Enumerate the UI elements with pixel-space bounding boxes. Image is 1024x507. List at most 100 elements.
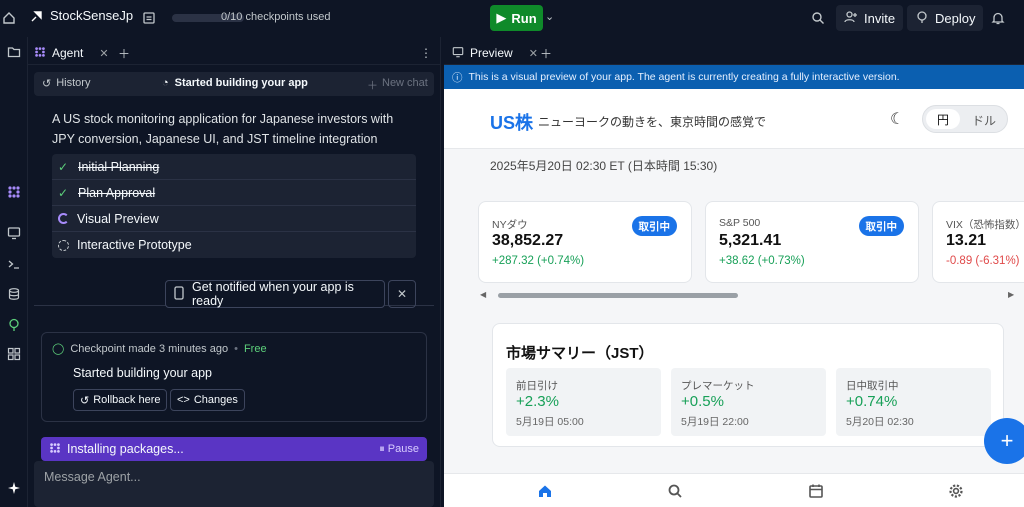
history-label: History bbox=[56, 77, 91, 89]
file-icon[interactable] bbox=[140, 9, 158, 27]
top-bar: StockSenseJp 0/10 checkpoints used ▶ Run… bbox=[0, 0, 1024, 37]
scroll-thumb[interactable] bbox=[498, 293, 738, 298]
deploy-icon bbox=[915, 10, 929, 27]
home-icon[interactable] bbox=[0, 9, 18, 27]
index-name: S&P 500 bbox=[719, 217, 761, 229]
moon-icon[interactable]: ☾ bbox=[890, 109, 904, 129]
index-card-vix[interactable]: VIX（恐怖指数） 13.21 -0.89 (-6.31%) bbox=[932, 201, 1024, 283]
close-icon[interactable]: ✕ bbox=[99, 47, 108, 60]
check-circle-icon: ◯ bbox=[52, 343, 65, 355]
new-tab-icon[interactable]: ＋ bbox=[534, 41, 558, 65]
plus-icon: ＋ bbox=[367, 80, 378, 92]
step-label: Initial Planning bbox=[78, 159, 160, 174]
agent-tab-row: Agent ✕ ＋ ⋮ bbox=[28, 37, 440, 65]
checkpoint-meta-text: Checkpoint made 3 minutes ago bbox=[70, 342, 229, 355]
run-label: Run bbox=[511, 10, 537, 26]
plus-icon: + bbox=[1000, 428, 1014, 453]
files-icon[interactable] bbox=[0, 42, 28, 62]
history-button[interactable]: ↺ History bbox=[42, 77, 90, 90]
step-initial-planning: ✓ Initial Planning bbox=[52, 154, 416, 180]
sparkle-icon[interactable] bbox=[0, 478, 28, 498]
add-fab-button[interactable]: + bbox=[984, 418, 1024, 464]
more-options-icon[interactable]: ⋮ bbox=[414, 41, 438, 65]
database-icon[interactable] bbox=[0, 284, 28, 304]
summary-time: 5月19日 22:00 bbox=[681, 416, 749, 428]
summary-value: +0.74% bbox=[846, 393, 898, 410]
tree-icon[interactable] bbox=[0, 315, 28, 335]
rollback-icon: ↺ bbox=[80, 394, 90, 407]
chevron-down-icon[interactable]: ⌄ bbox=[545, 10, 554, 23]
new-chat-button[interactable]: ＋ New chat bbox=[367, 77, 428, 93]
preview-info-banner: ⓘ This is a visual preview of your app. … bbox=[444, 65, 1024, 89]
summary-item: 日中取引中 +0.74% 5月20日 02:30 bbox=[836, 368, 991, 436]
deploy-button[interactable]: Deploy bbox=[907, 5, 984, 31]
run-button[interactable]: ▶ Run bbox=[490, 5, 543, 31]
dismiss-notify-button[interactable]: ✕ bbox=[388, 280, 416, 308]
phone-icon bbox=[174, 285, 184, 303]
nav-search-icon[interactable] bbox=[665, 482, 685, 500]
search-icon[interactable] bbox=[809, 9, 827, 27]
step-interactive-prototype: Interactive Prototype bbox=[52, 232, 416, 258]
agent-status-icon bbox=[49, 442, 61, 457]
checkpoint-title: Started building your app bbox=[73, 366, 212, 380]
changes-label: Changes bbox=[193, 394, 238, 406]
installing-label: Installing packages... bbox=[67, 442, 184, 456]
terminal-icon[interactable] bbox=[0, 254, 28, 274]
index-value: 13.21 bbox=[946, 232, 987, 249]
step-plan-approval: ✓ Plan Approval bbox=[52, 180, 416, 206]
notify-button[interactable]: Get notified when your app is ready bbox=[165, 280, 385, 308]
add-user-icon bbox=[844, 10, 858, 27]
check-icon: ✓ bbox=[58, 159, 69, 174]
currency-toggle[interactable]: 円 ドル bbox=[922, 105, 1008, 133]
agent-rail-icon[interactable] bbox=[0, 182, 28, 202]
history-icon: ↺ bbox=[42, 78, 52, 90]
free-badge: Free bbox=[243, 342, 267, 355]
step-visual-preview: Visual Preview bbox=[52, 206, 416, 232]
index-change: -0.89 (-6.31%) bbox=[946, 255, 1020, 267]
chat-body: A US stock monitoring application for Ja… bbox=[34, 97, 434, 295]
deploy-label: Deploy bbox=[935, 10, 976, 26]
nav-home-icon[interactable] bbox=[535, 482, 555, 500]
left-rail bbox=[0, 37, 28, 507]
index-name: VIX（恐怖指数） bbox=[946, 219, 1024, 231]
rollback-button[interactable]: ↺ Rollback here bbox=[73, 389, 168, 411]
step-label: Interactive Prototype bbox=[77, 238, 192, 252]
scroll-right-icon[interactable]: ▶ bbox=[1008, 290, 1014, 299]
notify-label: Get notified when your app is ready bbox=[192, 280, 354, 308]
invite-button[interactable]: Invite bbox=[836, 5, 904, 31]
info-icon: ⓘ bbox=[452, 71, 463, 84]
tab-agent[interactable]: Agent ✕ bbox=[28, 41, 115, 65]
installing-status-bar: Installing packages... ⏸ Pause bbox=[41, 437, 427, 461]
play-icon: ▶ bbox=[496, 10, 507, 25]
pause-button[interactable]: ⏸ Pause bbox=[379, 443, 419, 456]
banner-text: This is a visual preview of your app. Th… bbox=[468, 71, 900, 83]
monitor-icon bbox=[452, 46, 464, 61]
nav-calendar-icon[interactable] bbox=[806, 482, 826, 500]
scroll-left-icon[interactable]: ◀ bbox=[480, 290, 486, 299]
horizontal-scrollbar[interactable]: ◀ ▶ bbox=[480, 290, 1014, 300]
pending-circle-icon bbox=[58, 239, 69, 251]
apps-grid-icon[interactable] bbox=[0, 344, 28, 364]
new-tab-icon[interactable]: ＋ bbox=[112, 41, 136, 65]
tab-preview[interactable]: Preview ✕ bbox=[446, 41, 544, 65]
summary-time: 5月19日 05:00 bbox=[516, 416, 584, 428]
summary-title: 市場サマリー（JST） bbox=[506, 345, 654, 362]
bell-icon[interactable] bbox=[989, 9, 1007, 27]
status-title-label: Started building your app bbox=[174, 77, 308, 89]
summary-item: 前日引け +2.3% 5月19日 05:00 bbox=[506, 368, 661, 436]
summary-label: 日中取引中 bbox=[846, 380, 899, 392]
project-switcher[interactable]: StockSenseJp bbox=[30, 8, 133, 23]
pause-label: Pause bbox=[387, 443, 419, 455]
monitor-icon[interactable] bbox=[0, 223, 28, 243]
currency-option-yen[interactable]: 円 bbox=[926, 109, 960, 129]
index-card-dow[interactable]: NYダウ 38,852.27 +287.32 (+0.74%) 取引中 bbox=[478, 201, 692, 283]
changes-button[interactable]: <> Changes bbox=[170, 389, 245, 411]
index-card-sp500[interactable]: S&P 500 5,321.41 +38.62 (+0.73%) 取引中 bbox=[705, 201, 919, 283]
agent-tab-icon bbox=[34, 46, 46, 61]
summary-label: 前日引け bbox=[516, 380, 558, 392]
message-input[interactable]: Message Agent... bbox=[34, 461, 434, 507]
agent-tab-label: Agent bbox=[52, 46, 84, 60]
currency-option-dollar[interactable]: ドル bbox=[967, 110, 1001, 130]
nav-settings-icon[interactable] bbox=[946, 482, 966, 500]
gauge-icon: ◔ bbox=[162, 77, 169, 89]
